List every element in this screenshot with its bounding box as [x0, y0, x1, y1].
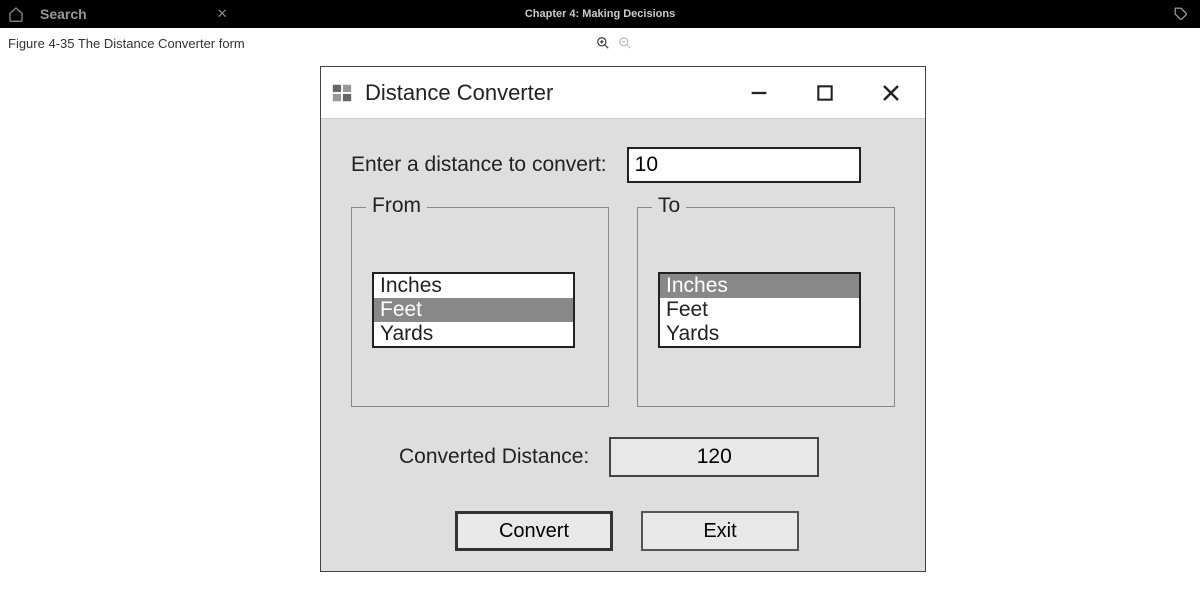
app-icon: [331, 82, 353, 104]
window-titlebar: Distance Converter: [321, 67, 925, 119]
zoom-controls: [596, 36, 632, 50]
form-body: Enter a distance to convert: From Inches…: [321, 119, 925, 571]
search-close-icon[interactable]: ✕: [217, 6, 228, 22]
from-option-inches[interactable]: Inches: [374, 274, 573, 298]
input-row: Enter a distance to convert:: [351, 147, 903, 183]
to-listbox[interactable]: Inches Feet Yards: [658, 272, 861, 348]
reader-top-bar: Search ✕ Chapter 4: Making Decisions: [0, 0, 1200, 28]
from-option-feet[interactable]: Feet: [374, 298, 573, 322]
from-legend: From: [366, 194, 427, 218]
from-option-yards[interactable]: Yards: [374, 322, 573, 346]
to-legend: To: [652, 194, 686, 218]
home-icon[interactable]: [8, 6, 24, 22]
minimize-button[interactable]: [745, 79, 773, 107]
groups-row: From Inches Feet Yards To Inches Feet Ya…: [351, 207, 903, 407]
to-groupbox: To Inches Feet Yards: [637, 207, 895, 407]
maximize-button[interactable]: [811, 79, 839, 107]
to-option-inches[interactable]: Inches: [660, 274, 859, 298]
close-button[interactable]: [877, 79, 905, 107]
window-title: Distance Converter: [365, 80, 745, 106]
search-label[interactable]: Search: [40, 6, 87, 22]
distance-converter-window: Distance Converter Enter a distance to c…: [320, 66, 926, 572]
to-option-feet[interactable]: Feet: [660, 298, 859, 322]
chapter-title: Chapter 4: Making Decisions: [525, 8, 675, 20]
exit-button[interactable]: Exit: [641, 511, 799, 551]
result-value: 120: [609, 437, 819, 477]
distance-input[interactable]: [627, 147, 861, 183]
buttons-row: Convert Exit: [351, 511, 903, 551]
from-groupbox: From Inches Feet Yards: [351, 207, 609, 407]
zoom-out-icon[interactable]: [618, 36, 632, 50]
window-controls: [745, 79, 905, 107]
tag-icon[interactable]: [1174, 7, 1188, 21]
from-listbox[interactable]: Inches Feet Yards: [372, 272, 575, 348]
caption-text: Figure 4-35 The Distance Converter form: [8, 36, 245, 51]
to-option-yards[interactable]: Yards: [660, 322, 859, 346]
zoom-in-icon[interactable]: [596, 36, 610, 50]
result-label: Converted Distance:: [399, 445, 589, 469]
convert-button[interactable]: Convert: [455, 511, 613, 551]
result-row: Converted Distance: 120: [399, 437, 903, 477]
distance-input-label: Enter a distance to convert:: [351, 153, 607, 177]
